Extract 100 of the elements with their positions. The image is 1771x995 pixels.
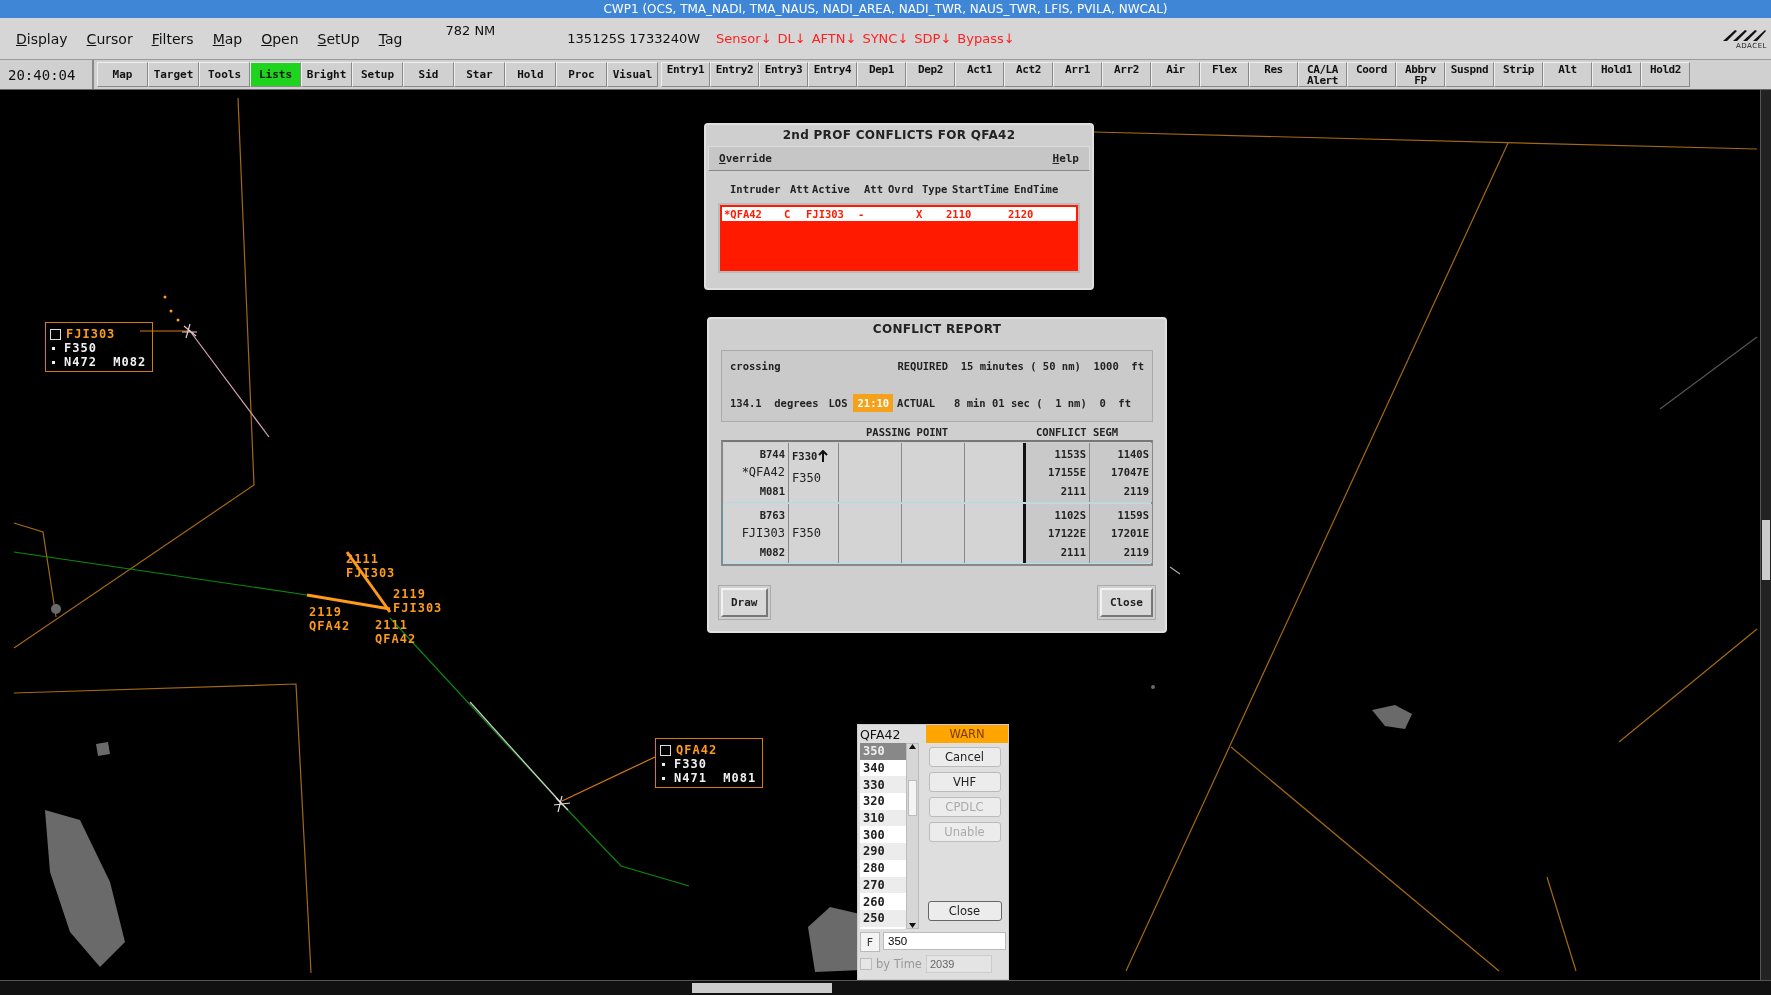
toolbar-button[interactable]: Lists: [250, 62, 301, 87]
menu-item[interactable]: Override: [719, 152, 772, 165]
column-header: Active: [812, 183, 851, 195]
close-button[interactable]: Close: [927, 901, 1002, 921]
status-text: Sensor↓: [716, 31, 772, 46]
conflict-type: crossing: [730, 360, 781, 372]
toolbar-button[interactable]: Res: [1249, 62, 1298, 87]
los-label: LOS: [828, 397, 848, 409]
aircraft-type: B763: [759, 508, 785, 521]
draw-button[interactable]: Draw: [721, 588, 768, 617]
scroll-thumb[interactable]: [1762, 520, 1770, 580]
toolbar-button[interactable]: Coord: [1347, 62, 1396, 87]
toolbar-button[interactable]: Hold2: [1641, 62, 1690, 87]
checkbox[interactable]: [660, 744, 671, 756]
scroll-thumb[interactable]: [908, 780, 917, 816]
toolbar-button[interactable]: Proc: [556, 62, 607, 87]
toolbar-button[interactable]: Act1: [955, 62, 1004, 87]
segment-value: 17047E: [1111, 466, 1149, 479]
toolbar-button[interactable]: Sid: [403, 62, 454, 87]
toolbar-button[interactable]: Bright: [301, 62, 352, 87]
level-input[interactable]: 350: [883, 932, 1006, 950]
aircraft-type: B744: [759, 447, 785, 460]
toolbar-button[interactable]: Air: [1151, 62, 1200, 87]
status-text: SYNC↓: [862, 31, 909, 46]
toolbar-button[interactable]: Target: [148, 62, 199, 87]
toolbar-button[interactable]: Visual: [607, 62, 658, 87]
scroll-up-icon[interactable]: [909, 744, 916, 749]
toolbar-button[interactable]: Entry3: [759, 62, 808, 87]
conflict-time: 2111: [375, 618, 409, 632]
column-header: Intruder: [730, 183, 782, 195]
scrollbar[interactable]: [906, 743, 919, 929]
menu-item[interactable]: Filters: [151, 30, 194, 47]
column-header: CONFLICT SEGM: [1036, 426, 1120, 438]
column-header: PASSING POINT: [866, 426, 950, 438]
toolbar-button[interactable]: Hold: [505, 62, 556, 87]
flight-row[interactable]: B763 FJI303 M082 F350 1102S 17122E 2111 1159S 17201E 2119: [723, 503, 1151, 564]
crossing-angle: 134.1 degrees: [730, 397, 819, 409]
callsign: QFA42: [676, 743, 718, 757]
actual-separation: ACTUAL 8 min 01 sec ( 1 nm) 0 ft: [897, 397, 1131, 409]
toolbar-button[interactable]: CA/LA Alert: [1298, 62, 1347, 87]
menu-item[interactable]: Map: [212, 30, 243, 47]
track-info: N471 M081: [674, 771, 757, 785]
column-header: EndTime: [1014, 183, 1060, 195]
status-text: AFTN↓: [811, 31, 857, 46]
toolbar-button[interactable]: Setup: [352, 62, 403, 87]
toolbar-button[interactable]: Arr2: [1102, 62, 1151, 87]
scroll-down-icon[interactable]: [909, 923, 916, 928]
menu-item[interactable]: Open: [261, 30, 299, 47]
callsign: FJI303: [66, 327, 116, 341]
scroll-thumb[interactable]: [692, 983, 832, 993]
cleared-level: F330: [792, 449, 818, 462]
segment-value: 2111: [1060, 545, 1086, 558]
column-header: Att: [864, 183, 884, 195]
status-text: SDP↓: [914, 31, 952, 46]
level-item[interactable]: 330: [860, 776, 906, 794]
menu-item[interactable]: Cursor: [86, 30, 133, 47]
menu-item[interactable]: Display: [16, 30, 68, 47]
toolbar-button[interactable]: Map: [97, 62, 148, 87]
flight-row[interactable]: B744 *QFA42 M081 F330 F350 1153S 17155E 2111 1140S 17047E 2119: [723, 442, 1151, 503]
flight-level: F350: [792, 526, 821, 541]
menu-item[interactable]: SetUp: [317, 30, 360, 47]
toolbar-button[interactable]: Act2: [1004, 62, 1053, 87]
toolbar-button[interactable]: Abbrv FP: [1396, 62, 1445, 87]
menu-item[interactable]: Help: [1052, 152, 1079, 165]
checkbox-label: by Time: [876, 957, 922, 971]
conflict-callsign: QFA42: [375, 632, 417, 646]
picker-button[interactable]: Cancel: [928, 747, 1001, 767]
toolbar-button[interactable]: Dep1: [857, 62, 906, 87]
segment-value: 1102S: [1054, 509, 1086, 522]
close-button[interactable]: Close: [1099, 588, 1153, 617]
level-item[interactable]: 290: [860, 843, 906, 860]
menu-item[interactable]: Tag: [378, 30, 403, 47]
checkbox[interactable]: [50, 328, 61, 340]
conflict-row[interactable]: *QFA42 C FJI303 - X 2110 2120: [722, 207, 1076, 221]
flight-level: F350: [792, 471, 821, 486]
toolbar-button[interactable]: Strip: [1494, 62, 1543, 87]
conflict-time: 2119: [393, 587, 427, 601]
picker-button[interactable]: VHF: [928, 772, 1001, 792]
segment-value: 2119: [1123, 545, 1149, 558]
vertical-scrollbar[interactable]: [1760, 90, 1771, 980]
toolbar-button[interactable]: Entry1: [661, 62, 710, 87]
toolbar-button[interactable]: Flex: [1200, 62, 1249, 87]
callsign: FJI303: [741, 526, 785, 541]
toolbar-button[interactable]: Suspnd: [1445, 62, 1494, 87]
required-separation: REQUIRED 15 minutes ( 50 nm) 1000 ft: [897, 360, 1144, 372]
segment-value: 17122E: [1048, 527, 1086, 540]
segment-value: 2119: [1123, 484, 1149, 497]
toolbar-button[interactable]: Tools: [199, 62, 250, 87]
toolbar-button[interactable]: Alt: [1543, 62, 1592, 87]
toolbar-button[interactable]: Dep2: [906, 62, 955, 87]
dialog-title: CONFLICT REPORT: [871, 321, 1003, 338]
toolbar-button[interactable]: Hold1: [1592, 62, 1641, 87]
segment-value: 17201E: [1111, 527, 1149, 540]
toolbar-button[interactable]: Arr1: [1053, 62, 1102, 87]
column-header: Type: [922, 183, 949, 195]
horizontal-scrollbar[interactable]: [0, 980, 1771, 995]
toolbar-button[interactable]: Entry4: [808, 62, 857, 87]
toolbar-button[interactable]: Star: [454, 62, 505, 87]
logo-icon: [1721, 27, 1767, 42]
toolbar-button[interactable]: Entry2: [710, 62, 759, 87]
